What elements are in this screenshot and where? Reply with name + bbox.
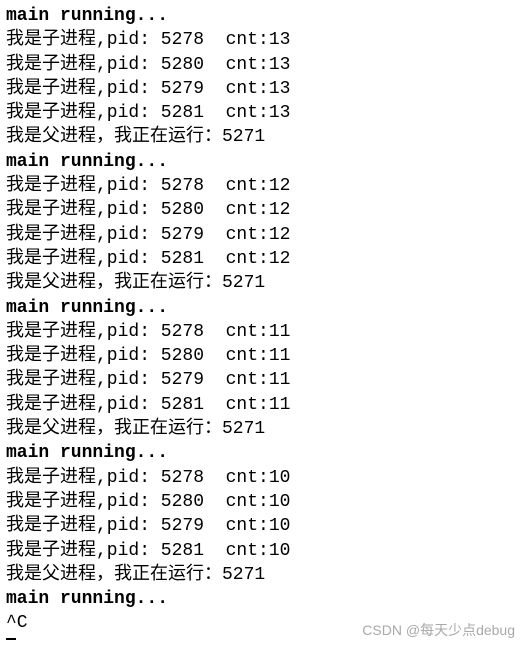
terminal-line: 我是子进程,pid: 5281 cnt:12 — [6, 247, 519, 271]
terminal-line: main running... — [6, 587, 519, 611]
terminal-line: 我是父进程，我正在运行：5271 — [6, 417, 519, 441]
terminal-line: 我是父进程，我正在运行：5271 — [6, 125, 519, 149]
terminal-line: 我是子进程,pid: 5279 cnt:11 — [6, 368, 519, 392]
terminal-line: main running... — [6, 150, 519, 174]
terminal-line: ^C — [6, 611, 519, 635]
terminal-line: 我是子进程,pid: 5281 cnt:13 — [6, 101, 519, 125]
terminal-line: 我是子进程,pid: 5279 cnt:12 — [6, 223, 519, 247]
terminal-line: main running... — [6, 441, 519, 465]
terminal-line: 我是子进程,pid: 5280 cnt:12 — [6, 198, 519, 222]
terminal-line: main running... — [6, 4, 519, 28]
terminal-line: 我是子进程,pid: 5281 cnt:10 — [6, 539, 519, 563]
cursor — [6, 638, 16, 640]
terminal-line: 我是子进程,pid: 5278 cnt:12 — [6, 174, 519, 198]
terminal-line: 我是子进程,pid: 5278 cnt:11 — [6, 320, 519, 344]
terminal-line: main running... — [6, 296, 519, 320]
terminal-line: 我是子进程,pid: 5280 cnt:13 — [6, 53, 519, 77]
terminal-line: 我是父进程，我正在运行：5271 — [6, 563, 519, 587]
terminal-line: 我是子进程,pid: 5280 cnt:10 — [6, 490, 519, 514]
terminal-line: 我是子进程,pid: 5281 cnt:11 — [6, 393, 519, 417]
terminal-line: 我是子进程,pid: 5279 cnt:10 — [6, 514, 519, 538]
terminal-output[interactable]: main running...我是子进程,pid: 5278 cnt:13我是子… — [6, 4, 519, 640]
terminal-line: 我是子进程,pid: 5278 cnt:13 — [6, 28, 519, 52]
terminal-line: 我是子进程,pid: 5279 cnt:13 — [6, 77, 519, 101]
terminal-line: 我是子进程,pid: 5280 cnt:11 — [6, 344, 519, 368]
terminal-line: 我是子进程,pid: 5278 cnt:10 — [6, 466, 519, 490]
terminal-line: 我是父进程，我正在运行：5271 — [6, 271, 519, 295]
